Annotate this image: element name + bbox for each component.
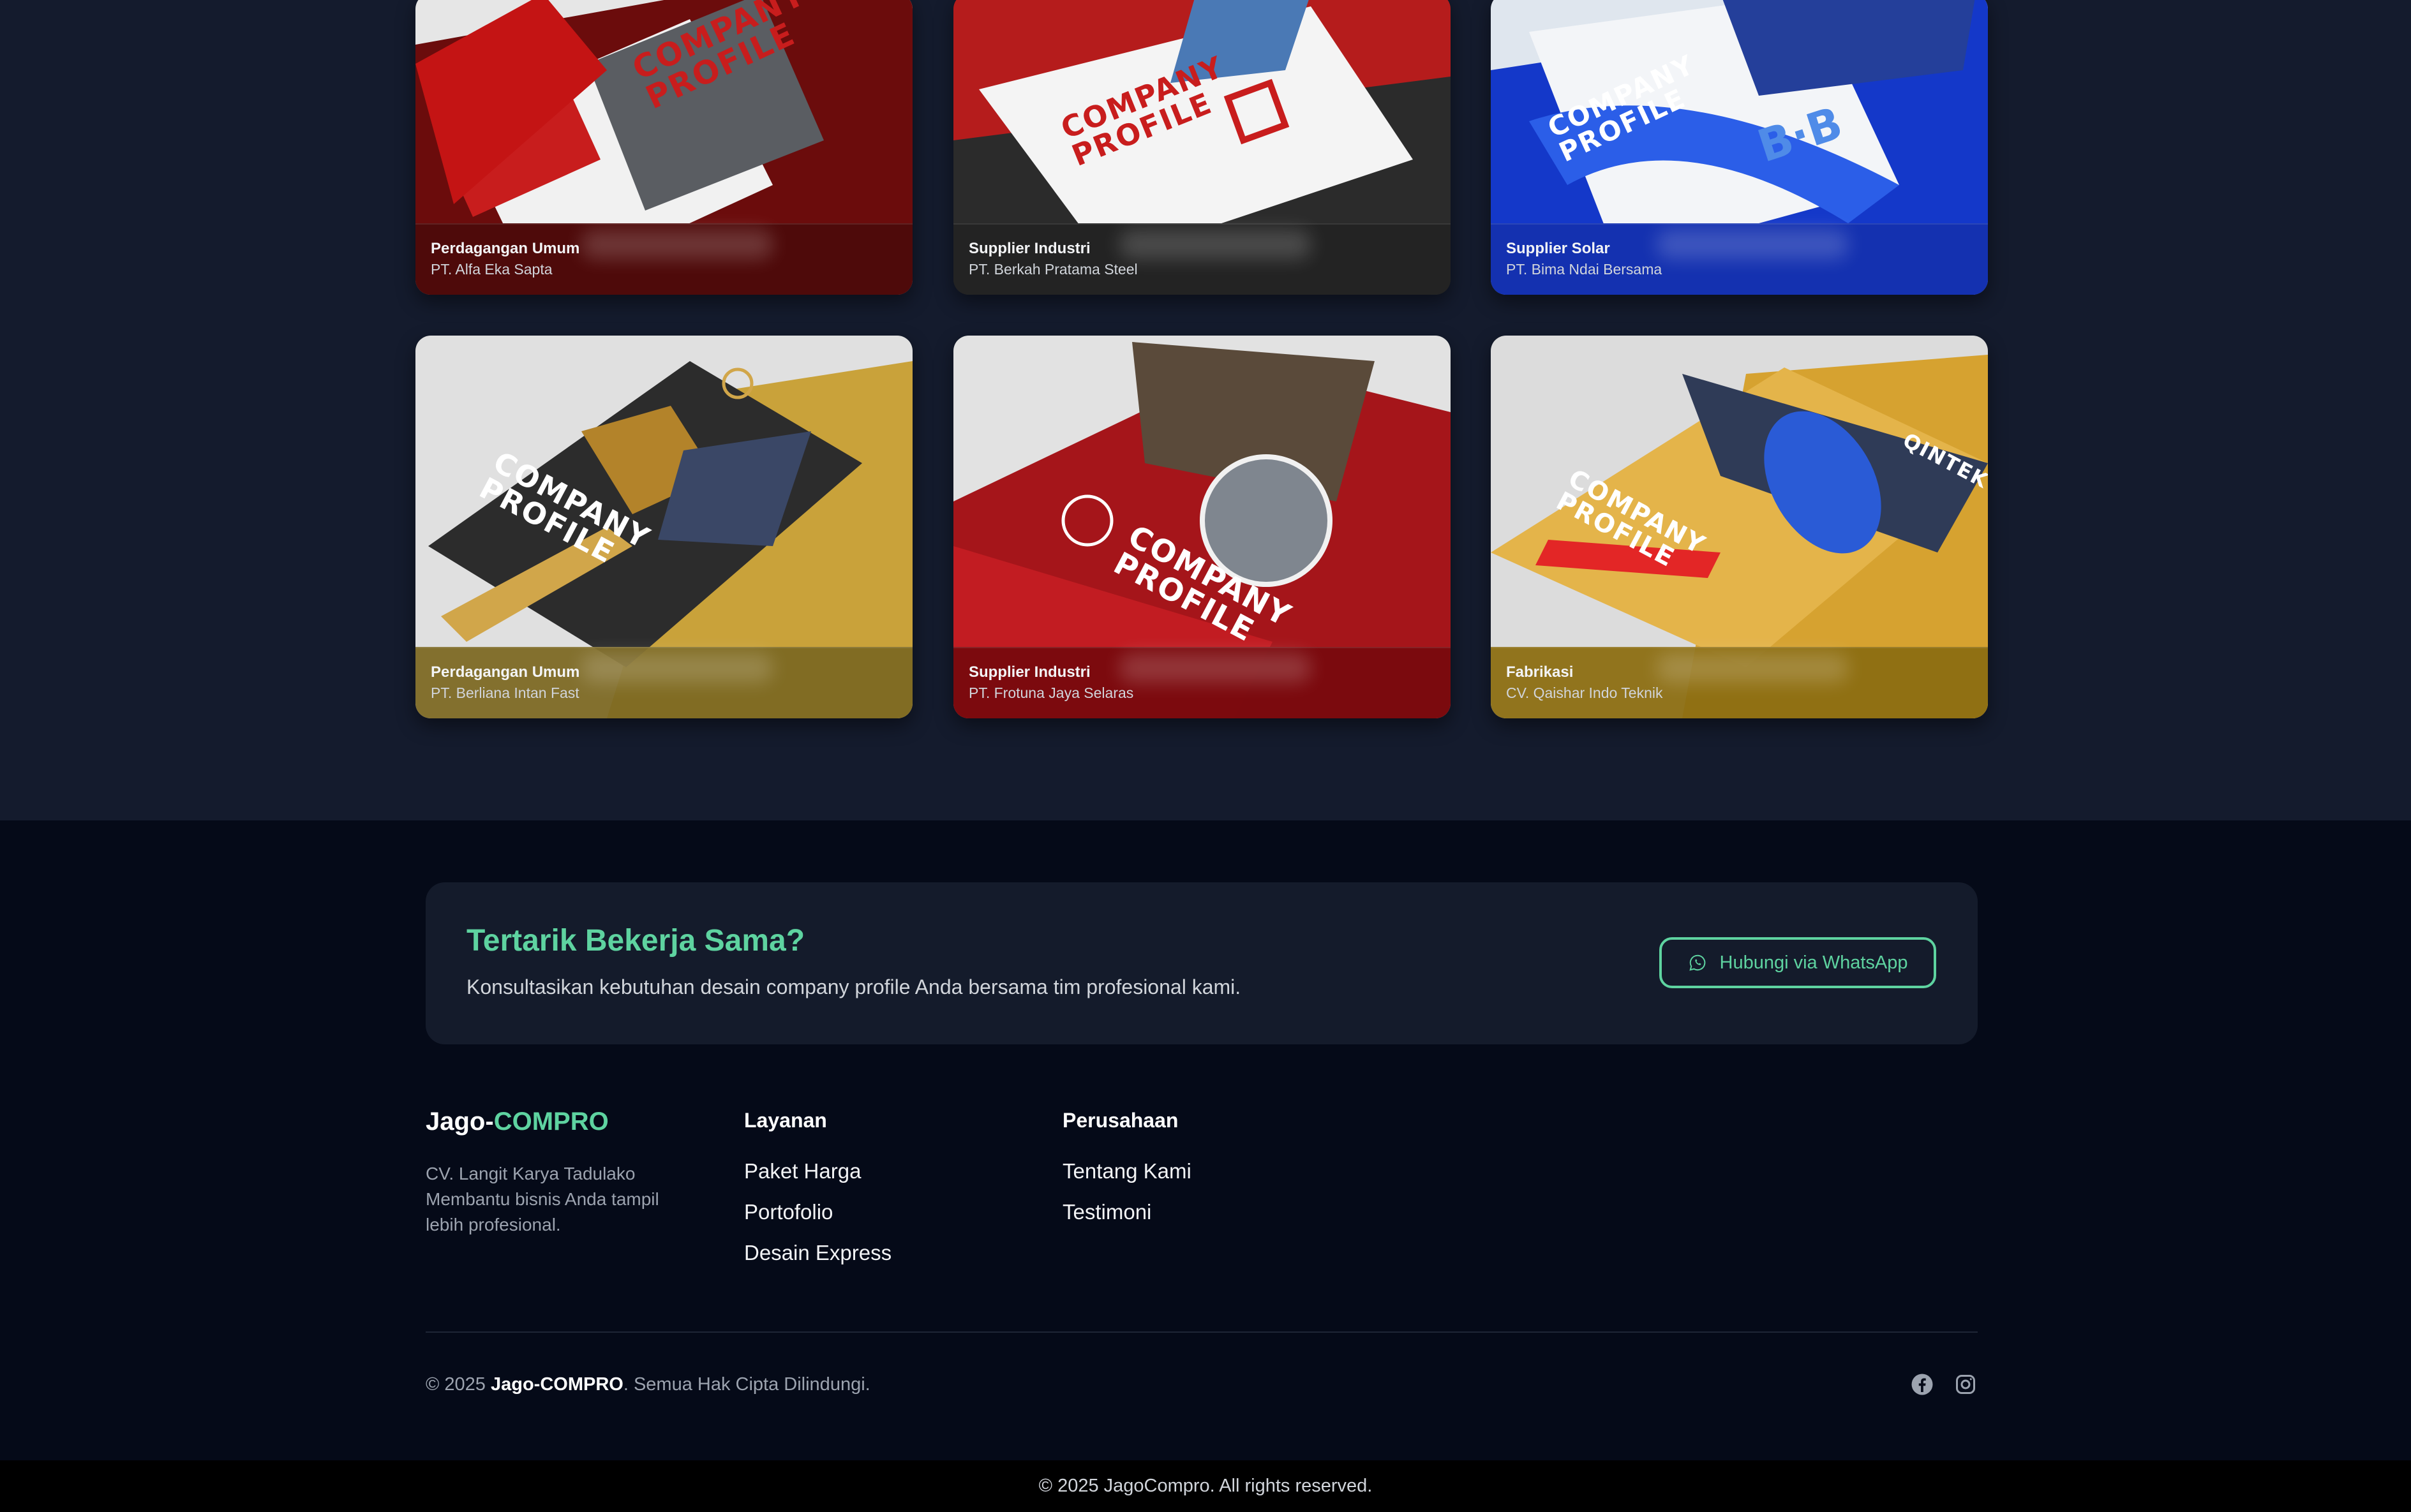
blur-overlay: [581, 653, 773, 683]
bottom-copyright-bar: © 2025 JagoCompro. All rights reserved.: [0, 1460, 2411, 1512]
blur-overlay: [1657, 230, 1848, 259]
portfolio-card[interactable]: COMPANY PROFILE Supplier Industri PT. Fr…: [953, 336, 1451, 718]
blur-overlay: [1119, 230, 1311, 259]
footer-divider: [426, 1331, 1978, 1333]
portfolio-card[interactable]: COMPANY PROFILE QINTEK Fabrikasi CV. Qai…: [1491, 336, 1988, 718]
footer-link-tentang-kami[interactable]: Tentang Kami: [1063, 1159, 1191, 1199]
card-company: PT. Frotuna Jaya Selaras: [969, 685, 1134, 701]
portfolio-card[interactable]: COMPANY PROFILE Perdagangan Umum PT. Alf…: [415, 0, 913, 295]
instagram-icon[interactable]: [1954, 1373, 1980, 1398]
card-caption: Supplier Industri PT. Frotuna Jaya Selar…: [953, 647, 1451, 718]
site-footer: Tertarik Bekerja Sama? Konsultasikan keb…: [0, 820, 2411, 1460]
card-company: PT. Alfa Eka Sapta: [431, 261, 553, 278]
about-company: CV. Langit Karya Tadulako: [426, 1164, 636, 1183]
brand-name: Jago-: [426, 1108, 494, 1136]
card-caption: Supplier Industri PT. Berkah Pratama Ste…: [953, 223, 1451, 295]
blur-overlay: [1657, 653, 1848, 683]
card-company: PT. Berliana Intan Fast: [431, 685, 579, 701]
company-list: Tentang Kami Testimoni: [1063, 1159, 1191, 1240]
card-caption: Perdagangan Umum PT. Alfa Eka Sapta: [415, 223, 913, 295]
card-company: PT. Bima Ndai Bersama: [1506, 261, 1662, 278]
whatsapp-button-label: Hubungi via WhatsApp: [1719, 952, 1908, 973]
cta-title: Tertarik Bekerja Sama?: [467, 924, 805, 958]
portfolio-card[interactable]: B·B COMPANY PROFILE Supplier Solar PT. B…: [1491, 0, 1988, 295]
company-title: Perusahaan: [1063, 1109, 1179, 1132]
about-tagline: Membantu bisnis Anda tampil lebih profes…: [426, 1189, 659, 1234]
bottom-copyright-text: © 2025 JagoCompro. All rights reserved.: [1038, 1476, 1373, 1496]
cta-box: Tertarik Bekerja Sama? Konsultasikan keb…: [426, 882, 1978, 1044]
whatsapp-icon: [1689, 954, 1705, 971]
services-list: Paket Harga Portofolio Desain Express: [744, 1159, 892, 1281]
footer-link-paket-harga[interactable]: Paket Harga: [744, 1159, 892, 1199]
card-caption: Supplier Solar PT. Bima Ndai Bersama: [1491, 223, 1988, 295]
facebook-icon[interactable]: [1911, 1373, 1936, 1398]
card-caption: Fabrikasi CV. Qaishar Indo Teknik: [1491, 647, 1988, 718]
footer-link-testimoni[interactable]: Testimoni: [1063, 1199, 1191, 1240]
portfolio-section: COMPANY PROFILE Perdagangan Umum PT. Alf…: [0, 0, 2411, 820]
blur-overlay: [581, 230, 773, 259]
card-company: PT. Berkah Pratama Steel: [969, 261, 1138, 278]
footer-copyright: © 2025 Jago-COMPRO. Semua Hak Cipta Dili…: [426, 1374, 870, 1395]
cta-subtitle: Konsultasikan kebutuhan desain company p…: [467, 975, 1241, 998]
card-company: CV. Qaishar Indo Teknik: [1506, 685, 1663, 701]
footer-brand[interactable]: Jago-COMPRO: [426, 1108, 609, 1136]
footer-link-desain-express[interactable]: Desain Express: [744, 1240, 892, 1281]
footer-link-portofolio[interactable]: Portofolio: [744, 1199, 892, 1240]
whatsapp-button[interactable]: Hubungi via WhatsApp: [1659, 937, 1936, 988]
card-caption: Perdagangan Umum PT. Berliana Intan Fast: [415, 647, 913, 718]
brand-accent: COMPRO: [493, 1108, 609, 1136]
copyright-prefix: © 2025: [426, 1374, 491, 1395]
blur-overlay: [1119, 653, 1311, 683]
footer-about: CV. Langit Karya Tadulako Membantu bisni…: [426, 1161, 694, 1238]
copyright-brand: Jago-COMPRO: [491, 1374, 623, 1395]
copyright-suffix: . Semua Hak Cipta Dilindungi.: [623, 1374, 870, 1395]
portfolio-card[interactable]: COMPANY PROFILE Perdagangan Umum PT. Ber…: [415, 336, 913, 718]
portfolio-card[interactable]: COMPANY PROFILE Supplier Industri PT. Be…: [953, 0, 1451, 295]
services-title: Layanan: [744, 1109, 827, 1132]
